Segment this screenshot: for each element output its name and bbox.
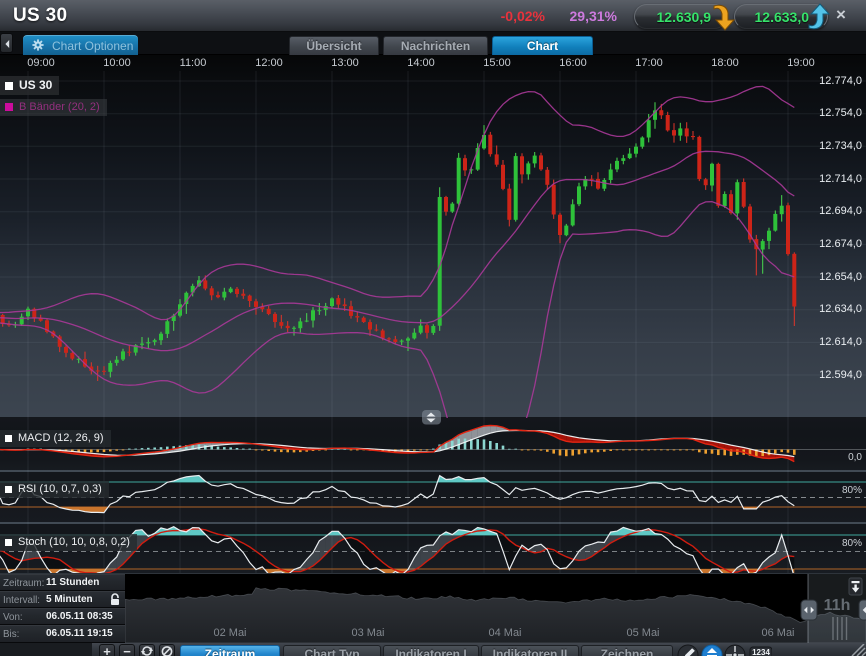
svg-text:1234: 1234 bbox=[752, 648, 770, 656]
